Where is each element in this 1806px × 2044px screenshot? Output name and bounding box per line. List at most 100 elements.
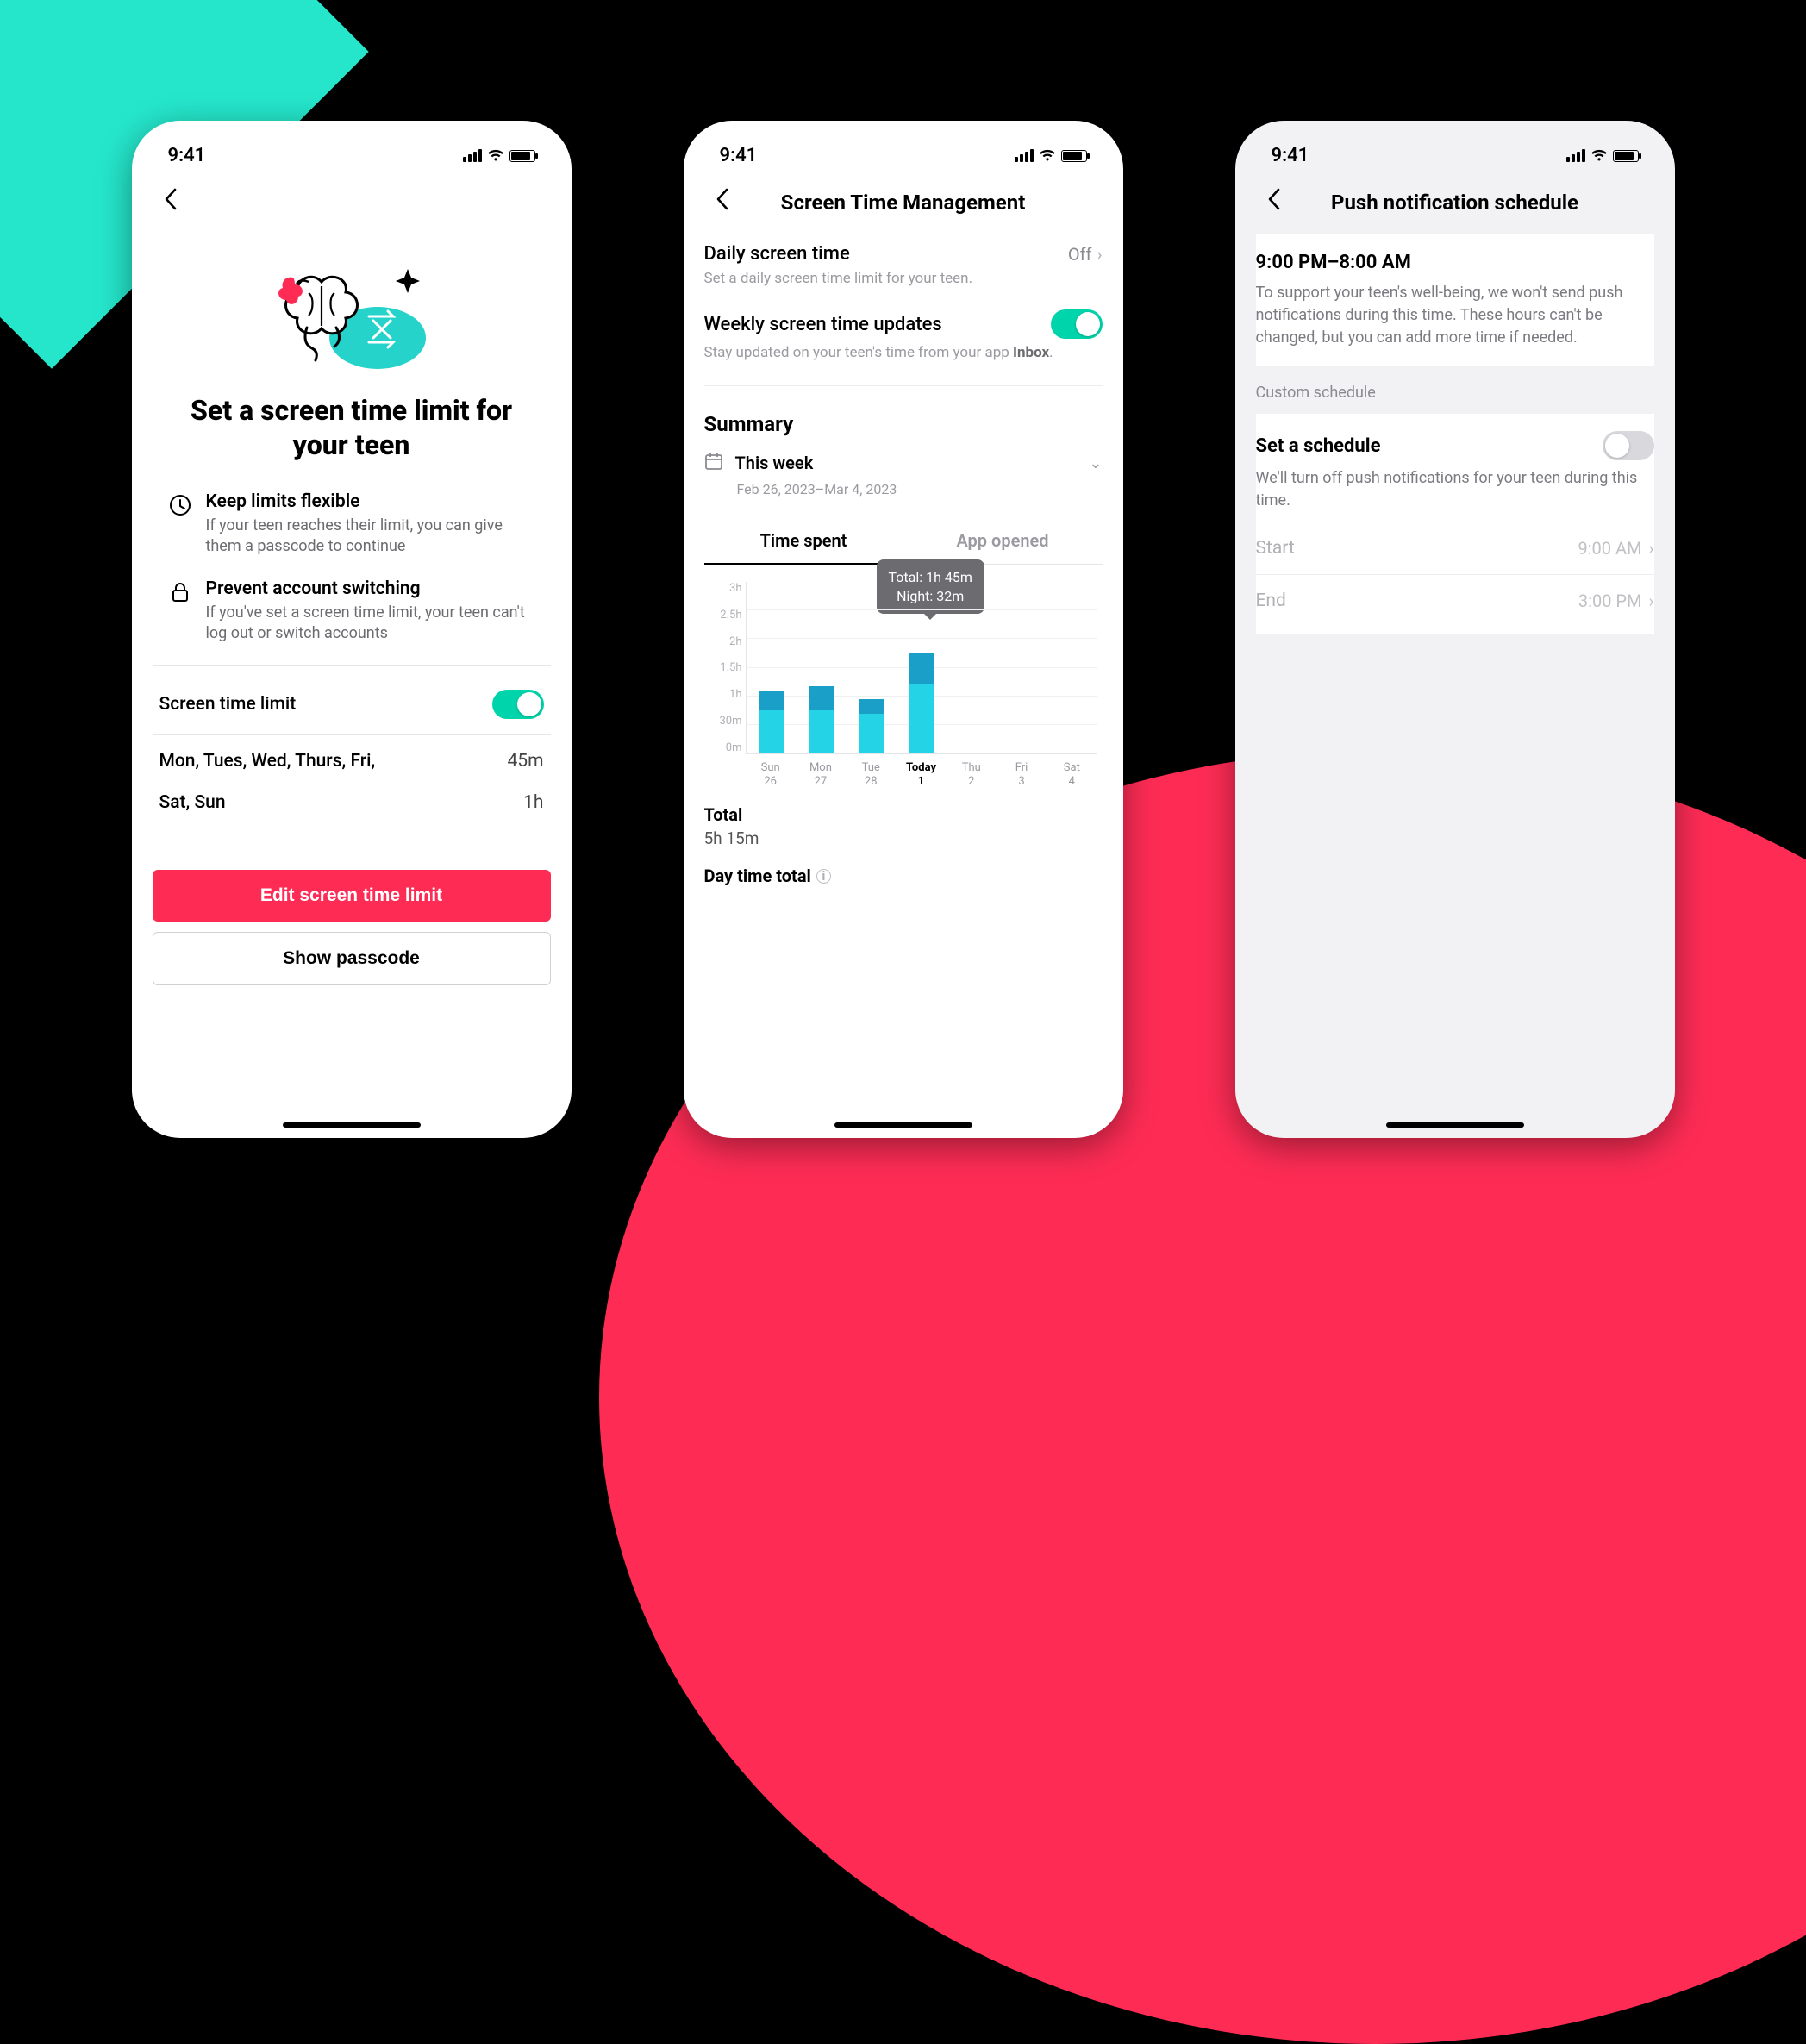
screen-time-chart: Total: 1h 45m Night: 32m 3h2.5h2h1.5h1h3… xyxy=(704,565,1103,789)
battery-icon xyxy=(509,150,535,162)
chevron-down-icon: ⌄ xyxy=(1089,454,1102,472)
edit-screen-time-button[interactable]: Edit screen time limit xyxy=(153,870,551,922)
week-range: Feb 26, 2023–Mar 4, 2023 xyxy=(737,481,1103,497)
status-bar: 9:41 xyxy=(153,138,551,177)
quiet-hours-range: 9:00 PM–8:00 AM xyxy=(1256,252,1654,273)
bar-col[interactable] xyxy=(847,582,897,753)
bar-col[interactable] xyxy=(1047,582,1097,753)
total-value: 5h 15m xyxy=(704,828,1103,848)
x-tick: Tue28 xyxy=(846,761,896,790)
status-indicators xyxy=(1015,149,1087,162)
status-time: 9:41 xyxy=(720,145,758,166)
home-indicator[interactable] xyxy=(1386,1122,1524,1128)
bar-col[interactable] xyxy=(947,582,997,753)
weekly-updates-sub: Stay updated on your teen's time from yo… xyxy=(704,344,1103,361)
day-time-total-label: Day time total xyxy=(704,866,811,886)
start-label: Start xyxy=(1256,538,1295,559)
back-button[interactable] xyxy=(708,184,737,221)
nav-bar xyxy=(153,177,551,234)
daily-screen-time-row[interactable]: Daily screen time Off › Set a daily scre… xyxy=(704,234,1103,301)
daily-screen-time-label: Daily screen time xyxy=(704,243,850,265)
daily-screen-time-sub: Set a daily screen time limit for your t… xyxy=(704,270,1103,287)
x-tick: Thu2 xyxy=(947,761,997,790)
phone-screen-time-limit: 9:41 xyxy=(132,121,572,1138)
end-value: 3:00 PM xyxy=(1578,591,1642,611)
end-label: End xyxy=(1256,591,1286,611)
cellular-icon xyxy=(463,149,482,162)
tab-time-spent[interactable]: Time spent xyxy=(704,518,903,565)
set-schedule-body: We'll turn off push notifications for yo… xyxy=(1256,467,1654,512)
summary-header: Summary xyxy=(704,397,1103,443)
home-indicator[interactable] xyxy=(283,1122,421,1128)
weekday-limit-row[interactable]: Mon, Tues, Wed, Thurs, Fri, 45m xyxy=(153,735,551,787)
wifi-icon xyxy=(1590,149,1608,162)
schedule-end-row[interactable]: End 3:00 PM › xyxy=(1256,575,1654,627)
back-button[interactable] xyxy=(1259,184,1289,221)
bar-col[interactable] xyxy=(997,582,1047,753)
screen-time-limit-toggle-row: Screen time limit xyxy=(153,674,551,734)
feature-text: If you've set a screen time limit, your … xyxy=(206,603,535,645)
show-passcode-button[interactable]: Show passcode xyxy=(153,932,551,985)
weekly-updates-toggle[interactable] xyxy=(1051,309,1103,339)
divider xyxy=(153,665,551,666)
x-tick: Sat4 xyxy=(1047,761,1097,790)
quiet-hours-card: 9:00 PM–8:00 AM To support your teen's w… xyxy=(1256,234,1654,366)
back-button[interactable] xyxy=(156,184,185,221)
feature-flexible-limits: Keep limits flexible If your teen reache… xyxy=(153,483,551,570)
totals-block: Total 5h 15m Day time total i xyxy=(704,789,1103,886)
status-indicators xyxy=(1566,149,1639,162)
cellular-icon xyxy=(1566,149,1585,162)
tab-app-opened[interactable]: App opened xyxy=(903,518,1103,565)
wifi-icon xyxy=(487,149,504,162)
custom-schedule-header: Custom schedule xyxy=(1256,366,1654,414)
bar-col[interactable] xyxy=(797,582,847,753)
status-time: 9:41 xyxy=(168,145,206,166)
custom-schedule-card: Set a schedule We'll turn off push notif… xyxy=(1256,414,1654,634)
cellular-icon xyxy=(1015,149,1034,162)
total-label: Total xyxy=(704,804,1103,825)
chart-x-axis: Sun26Mon27Tue28Today1Thu2Fri3Sat4 xyxy=(746,761,1097,790)
battery-icon xyxy=(1613,150,1639,162)
status-time: 9:41 xyxy=(1272,145,1309,166)
toggle-label: Screen time limit xyxy=(159,694,297,715)
page-title: Push notification schedule xyxy=(1256,191,1654,215)
home-indicator[interactable] xyxy=(834,1122,972,1128)
weekday-value: 45m xyxy=(507,751,543,772)
bar-col[interactable] xyxy=(747,582,797,753)
info-icon[interactable]: i xyxy=(816,869,831,884)
set-schedule-toggle[interactable] xyxy=(1603,431,1654,460)
weekend-value: 1h xyxy=(523,792,543,813)
set-schedule-label: Set a schedule xyxy=(1256,435,1381,457)
x-tick: Mon27 xyxy=(796,761,846,790)
phone-push-notification-schedule: 9:41 Push notification schedule 9:00 PM–… xyxy=(1235,121,1675,1138)
chevron-right-icon: › xyxy=(1097,244,1102,265)
week-picker[interactable]: This week ⌄ xyxy=(704,443,1103,479)
calendar-icon xyxy=(704,452,723,474)
lock-icon xyxy=(168,580,192,604)
nav-bar: Screen Time Management xyxy=(704,177,1103,234)
page-title: Set a screen time limit for your teen xyxy=(153,393,551,483)
weekend-limit-row[interactable]: Sat, Sun 1h xyxy=(153,787,551,828)
x-tick: Fri3 xyxy=(997,761,1047,790)
chart-y-axis: 3h2.5h2h1.5h1h30m0m xyxy=(704,582,742,754)
schedule-start-row[interactable]: Start 9:00 AM › xyxy=(1256,522,1654,574)
weekend-label: Sat, Sun xyxy=(159,792,226,813)
chevron-right-icon: › xyxy=(1648,591,1653,611)
daily-screen-time-value: Off xyxy=(1068,244,1092,265)
start-value: 9:00 AM xyxy=(1578,538,1641,559)
nav-bar: Push notification schedule xyxy=(1256,177,1654,234)
chevron-right-icon: › xyxy=(1648,538,1653,559)
wifi-icon xyxy=(1039,149,1056,162)
feature-title: Prevent account switching xyxy=(206,578,535,599)
week-label: This week xyxy=(735,453,814,473)
x-tick: Today1 xyxy=(896,761,946,790)
chart-tabs: Time spent App opened xyxy=(704,518,1103,565)
feature-prevent-switching: Prevent account switching If you've set … xyxy=(153,570,551,657)
bar-col[interactable] xyxy=(897,582,947,753)
screen-time-limit-toggle[interactable] xyxy=(492,690,544,719)
divider xyxy=(704,385,1103,386)
status-bar: 9:41 xyxy=(704,138,1103,177)
weekly-updates-label: Weekly screen time updates xyxy=(704,314,942,335)
battery-icon xyxy=(1061,150,1087,162)
clock-icon xyxy=(168,493,192,517)
